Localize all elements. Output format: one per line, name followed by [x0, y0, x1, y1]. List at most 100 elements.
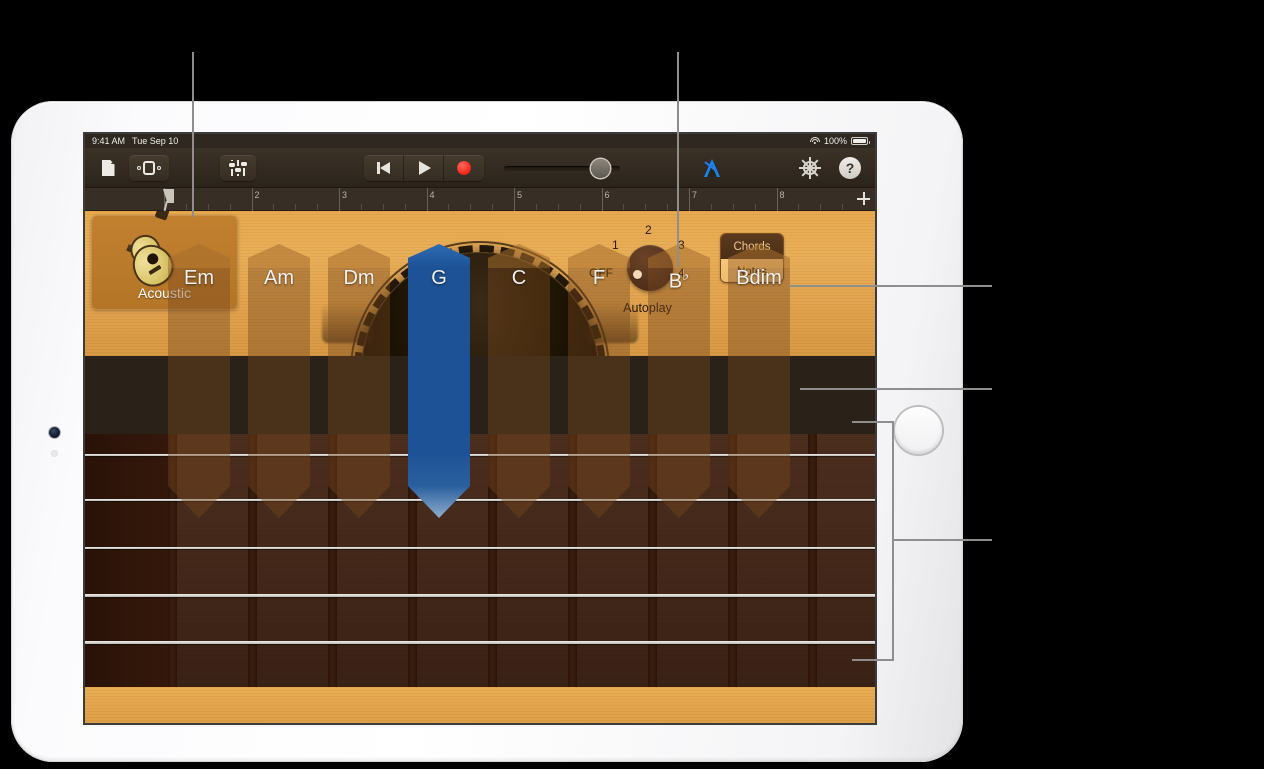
chord-strip-em[interactable]: Em [168, 244, 230, 518]
battery-icon [851, 137, 870, 145]
ruler-tick [557, 204, 559, 210]
autoplay-label-2[interactable]: 2 [645, 223, 652, 237]
ruler-bar-number: 8 [779, 190, 785, 200]
chord-strip-body [488, 268, 550, 486]
ruler-tick [229, 204, 231, 210]
ruler-tick [185, 204, 187, 210]
ruler-bar-number: 2 [254, 190, 260, 200]
ruler-bar-number: 7 [692, 190, 698, 200]
master-volume-knob[interactable] [591, 159, 610, 178]
help-button[interactable]: ? [835, 155, 865, 181]
chord-strip-body [248, 268, 310, 486]
chord-strip-b[interactable]: B♭ [648, 244, 710, 518]
chord-strip-body [328, 268, 390, 486]
ruler-tick [273, 204, 275, 210]
ruler-tick [798, 204, 800, 210]
callout-line-instrument [192, 52, 194, 217]
ipad-device: 9:41 AM Tue Sep 10 100% ? 2 3 4 5 6 7 8 … [11, 101, 963, 762]
callout-line-strings [892, 539, 992, 541]
settings-gear-icon [799, 157, 821, 179]
chord-strip-tip [648, 486, 710, 518]
callout-line-mode-switch [789, 285, 992, 287]
ruler-barline [426, 188, 428, 211]
chord-strip-f[interactable]: F [568, 244, 630, 518]
master-volume-slider[interactable] [504, 159, 620, 178]
ruler-tick [382, 204, 384, 210]
ambient-sensor-icon [52, 451, 57, 456]
rewind-button[interactable] [364, 155, 404, 181]
play-button[interactable] [404, 155, 444, 181]
chord-strip-head [648, 244, 710, 268]
chord-strip-peak [568, 244, 630, 268]
chord-strip-tip [728, 486, 790, 518]
playhead[interactable] [163, 189, 174, 211]
ruler-tick [317, 204, 319, 210]
toolbar: ? [85, 148, 875, 188]
ruler-bar-number: 5 [517, 190, 523, 200]
chord-strips: Em Am Dm G C F B♭ Bdim [85, 244, 875, 723]
document-icon [101, 160, 115, 176]
chord-strip-label: C [511, 267, 527, 289]
chord-strip-c[interactable]: C [488, 244, 550, 518]
ruler-tick [820, 204, 822, 210]
flat-symbol: ♭ [682, 267, 690, 284]
track-controls-button[interactable] [220, 155, 256, 181]
metronome-icon [702, 158, 722, 178]
plus-icon[interactable] [857, 192, 870, 205]
chord-strip-body [648, 268, 710, 486]
ruler-tick [710, 204, 712, 210]
settings-button[interactable] [795, 155, 825, 181]
record-button[interactable] [444, 155, 484, 181]
ruler-tick [842, 204, 844, 210]
ruler-tick [207, 204, 209, 210]
ipad-screen: 9:41 AM Tue Sep 10 100% ? 2 3 4 5 6 7 8 … [85, 134, 875, 723]
chord-strip-peak [168, 244, 230, 268]
play-icon [419, 161, 431, 175]
ruler-barline [689, 188, 690, 211]
chord-strip-tip [248, 486, 310, 518]
record-icon [457, 161, 471, 175]
ruler-tick [754, 204, 756, 210]
chord-strip-head [168, 244, 230, 268]
chord-strip-head [728, 244, 790, 268]
chord-strip-g[interactable]: G [408, 244, 470, 518]
ruler-tick [535, 204, 537, 210]
chord-strip-am[interactable]: Am [248, 244, 310, 518]
chord-strip-tip [328, 486, 390, 518]
home-button[interactable] [895, 407, 942, 454]
ruler-tick [448, 204, 450, 210]
ruler-tick [360, 204, 362, 210]
ruler-bar-number: 6 [604, 190, 610, 200]
front-camera-icon [49, 427, 60, 438]
metronome-button[interactable] [697, 155, 727, 181]
ruler-tick [404, 204, 406, 210]
chord-strip-tip [488, 486, 550, 518]
my-songs-button[interactable] [93, 155, 123, 181]
chord-strip-dm[interactable]: Dm [328, 244, 390, 518]
ruler-tick [492, 204, 494, 210]
ruler-tick [667, 204, 669, 210]
battery-percent: 100% [823, 136, 847, 146]
chord-strip-bdim[interactable]: Bdim [728, 244, 790, 518]
chord-strip-label: G [431, 267, 447, 289]
loop-browser-button[interactable] [129, 155, 169, 181]
chord-strip-tip [408, 486, 470, 518]
rewind-icon [377, 162, 390, 174]
ruler[interactable]: 12345678 [85, 188, 875, 211]
ruler-bar-number: 4 [429, 190, 435, 200]
chord-strip-head [568, 244, 630, 268]
ruler-tick [645, 204, 647, 210]
ruler-tick [295, 204, 297, 210]
status-bar: 9:41 AM Tue Sep 10 100% [85, 134, 875, 148]
ruler-barline [339, 188, 340, 211]
status-time: 9:41 AM [92, 136, 126, 146]
ruler-tick [579, 204, 581, 210]
chord-strip-head [248, 244, 310, 268]
callout-line-chord-strips [800, 388, 992, 390]
ruler-barline [251, 188, 253, 211]
chord-strip-peak [728, 244, 790, 268]
chord-strip-body [568, 268, 630, 486]
screenshot-root: 9:41 AM Tue Sep 10 100% ? 2 3 4 5 6 7 8 … [0, 0, 1264, 769]
chord-strip-label: Bdim [736, 267, 782, 289]
callout-bracket-strings-bottom [852, 659, 894, 661]
